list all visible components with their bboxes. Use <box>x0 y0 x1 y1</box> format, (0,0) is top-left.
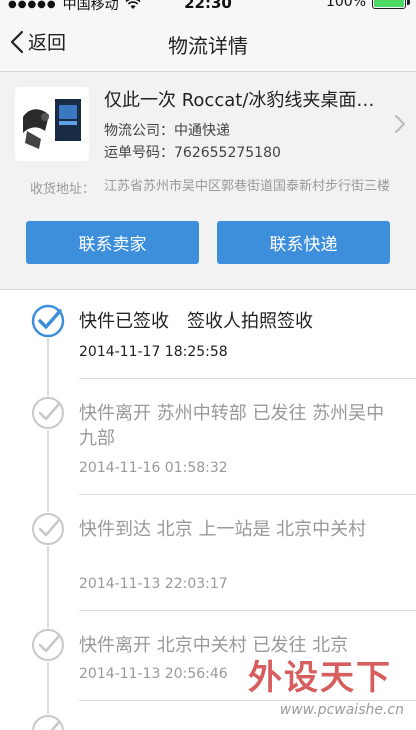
order-card[interactable]: 仅此一次 Roccat/冰豹线夹桌面… 物流公司：中通快递 运单号码：76265… <box>0 72 416 290</box>
check-circle-icon <box>31 512 65 546</box>
divider <box>79 610 416 611</box>
watermark-logo: 外设天下 <box>248 658 392 698</box>
check-circle-icon <box>31 714 65 730</box>
timeline-text: 快件离开 苏州中转部 已发往 苏州吴中九部 <box>79 403 385 449</box>
page-title: 物流详情 <box>168 34 248 58</box>
divider <box>79 378 416 379</box>
contact-express-button[interactable]: 联系快递 <box>217 221 390 264</box>
nav-bar: 返回 物流详情 <box>0 14 416 72</box>
courier-company-value: 中通快递 <box>174 123 230 139</box>
address-text: 江苏省苏州市吴中区郭巷街道国泰新村步行街三楼 <box>104 179 391 194</box>
timeline-text: 快件已签收 签收人拍照签收 <box>79 311 313 332</box>
check-circle-icon <box>31 628 65 662</box>
courier-company-label: 物流公司： <box>104 123 174 139</box>
timeline-time: 2014-11-17 18:25:58 <box>79 344 228 360</box>
contact-seller-button[interactable]: 联系卖家 <box>26 221 199 264</box>
timeline-time: 2014-11-13 20:56:46 <box>79 666 228 682</box>
watermark-url: www.pcwaishe.cn <box>279 702 404 718</box>
battery-fill <box>374 0 404 7</box>
courier-company-row: 物流公司：中通快递 <box>104 120 230 140</box>
divider <box>79 494 416 495</box>
chevron-right-icon[interactable] <box>394 114 406 134</box>
waybill-number: 762655275180 <box>174 145 281 161</box>
waybill-label: 运单号码： <box>104 145 174 161</box>
status-bar: ●●●●● 中国移动 22:30 100% <box>0 0 416 14</box>
watermark: 外设天下 www.pcwaishe.cn <box>218 650 408 724</box>
battery-icon <box>372 0 410 9</box>
address-label: 收货地址： <box>30 182 96 197</box>
product-image[interactable] <box>15 87 89 161</box>
check-circle-icon <box>31 396 65 430</box>
battery-percent: 100% <box>325 0 366 10</box>
timeline-time: 2014-11-16 01:58:32 <box>79 460 228 476</box>
battery-group: 100% <box>325 0 410 10</box>
waybill-row: 运单号码：762655275180 <box>104 142 281 162</box>
timeline-time: 2014-11-13 22:03:17 <box>79 576 228 592</box>
product-title: 仅此一次 Roccat/冰豹线夹桌面… <box>104 90 375 111</box>
product-thumbnail-icon <box>15 87 89 161</box>
timeline-text: 快件到达 北京 上一站是 北京中关村 <box>79 519 367 540</box>
check-circle-icon <box>31 304 65 338</box>
